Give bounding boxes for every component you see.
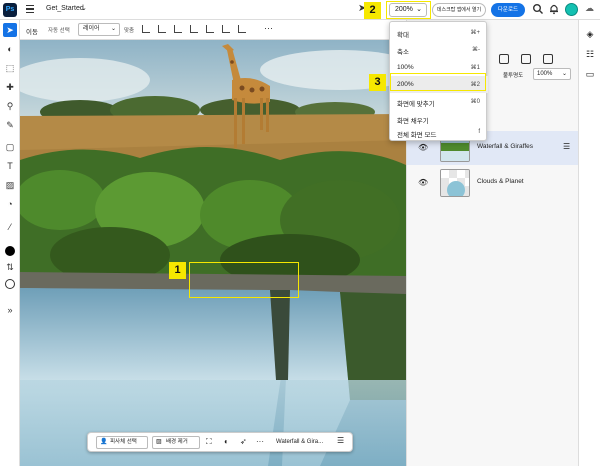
layer-properties-icon[interactable]: ☰ (563, 142, 570, 151)
person-icon: 👤 (100, 439, 108, 445)
align-buttons (142, 25, 252, 35)
move-tool-label: 이동 (26, 29, 38, 36)
visibility-eye-icon[interactable]: 👁 (418, 143, 428, 152)
layer-thumbnail (440, 169, 470, 197)
menu-item-label: 전체 화면 모드 (397, 132, 437, 139)
layer-name: Waterfall & Giraffes (477, 143, 533, 150)
clone-stamp-tool-icon[interactable]: ⚲ (3, 99, 17, 113)
quick-select-tool-icon[interactable]: ⬚ (3, 61, 17, 75)
layer-properties-icon[interactable]: ☰ (337, 436, 344, 445)
layer-name: Clouds & Planet (477, 178, 524, 185)
cloud-icon[interactable]: ☁ (585, 3, 594, 14)
crop-icon[interactable]: ⛶ (206, 437, 212, 447)
image-tool-icon[interactable]: ▨ (3, 178, 17, 192)
canvas-image (20, 40, 406, 466)
select-subject-label: 피사체 선택 (110, 439, 137, 445)
eyedropper-tool-icon[interactable]: ⁄ (3, 220, 17, 234)
options-bar: 이동 자동 선택 레이어 ⌄ 맞춤 ··· (20, 20, 406, 40)
menu-item-shortcut: ⌘- (472, 47, 480, 53)
menu-item-shortcut: ⌘1 (470, 65, 480, 71)
callout-highlight-3 (390, 73, 486, 91)
layer-action-icons (499, 54, 563, 66)
canvas[interactable] (20, 40, 406, 466)
menu-item-label: 화면에 맞추기 (397, 101, 435, 108)
comments-icon[interactable]: ▭ (584, 68, 596, 80)
auto-select-value: 레이어 (83, 26, 100, 32)
background-color-swatch[interactable] (5, 279, 15, 289)
selection-tool-icon[interactable]: ◐ (3, 42, 17, 56)
distribute-icon[interactable] (237, 25, 246, 33)
callout-badge-3: 3 (369, 74, 386, 91)
align-label: 맞춤 (124, 28, 135, 34)
remove-background-button[interactable]: ▨ 배경 제거 (152, 436, 200, 449)
tools-panel: ➤ ◐ ⬚ ✚ ⚲ ✎ ▢ T ▨ ◔ ⁄ ⇅ » (0, 20, 20, 466)
auto-select-label: 자동 선택 (48, 28, 70, 34)
swap-colors-icon[interactable]: ⇅ (3, 260, 17, 274)
align-bottom-icon[interactable] (221, 25, 230, 33)
contextual-task-bar: 👤 피사체 선택 ▨ 배경 제거 ⛶ ◐ ➶ ··· Waterfall & G… (87, 432, 353, 452)
gradient-tool-icon[interactable]: ◔ (3, 197, 17, 211)
menu-item-label: 100% (397, 64, 414, 71)
chevron-down-icon: ⌄ (110, 26, 116, 32)
trash-icon[interactable] (542, 54, 553, 64)
visibility-eye-icon[interactable]: 👁 (418, 178, 428, 187)
move-tool-icon[interactable]: ➤ (3, 23, 17, 37)
more-options-button[interactable]: ··· (264, 23, 273, 33)
align-right-icon[interactable] (173, 25, 182, 33)
current-layer-name: Waterfall & Gira... (276, 439, 324, 445)
avatar[interactable] (565, 3, 578, 16)
menu-item-shortcut: ⌘0 (470, 99, 480, 105)
auto-select-dropdown[interactable]: 레이어 ⌄ (78, 23, 120, 36)
chevron-down-icon[interactable]: ⌄ (81, 4, 87, 12)
opacity-value: 100% (537, 71, 553, 77)
bell-icon[interactable] (548, 3, 560, 15)
layer-row-clouds-planet[interactable]: 👁 Clouds & Planet (407, 166, 579, 200)
menu-item-label: 확대 (397, 32, 409, 39)
adjustments-icon[interactable]: ☷ (584, 48, 596, 60)
mask-icon[interactable] (499, 54, 509, 64)
brush-tool-icon[interactable]: ✎ (3, 118, 17, 132)
more-options-button[interactable]: ··· (256, 437, 264, 446)
opacity-dropdown[interactable]: 100% ⌄ (533, 68, 571, 80)
zoom-menu-item-zoom-out[interactable]: 축소 ⌘- (390, 41, 488, 58)
expand-tools-icon[interactable]: » (3, 303, 17, 317)
zoom-menu-item-zoom-in[interactable]: 확대 ⌘+ (390, 24, 488, 41)
callout-highlight-2 (386, 1, 431, 19)
callout-badge-2: 2 (364, 2, 381, 19)
chevron-down-icon: ⌄ (561, 71, 567, 77)
document-title[interactable]: Get_Started (46, 5, 84, 12)
open-in-desktop-button[interactable]: 데스크탑 앱에서 열기 (432, 3, 486, 17)
menu-item-shortcut: f (478, 129, 480, 135)
foreground-color-swatch[interactable] (5, 246, 15, 256)
align-left-icon[interactable] (142, 25, 150, 33)
select-subject-button[interactable]: 👤 피사체 선택 (96, 436, 148, 449)
callout-highlight-1 (189, 262, 299, 298)
spot-healing-tool-icon[interactable]: ✚ (3, 80, 17, 94)
photoshop-logo[interactable]: Ps (3, 3, 17, 17)
zoom-menu-item-full-screen[interactable]: 전체 화면 모드 f (390, 124, 488, 141)
menu-item-label: 축소 (397, 49, 409, 56)
search-icon[interactable] (532, 3, 544, 15)
right-panel-strip: ◈ ☷ ▭ (578, 20, 600, 466)
align-top-icon[interactable] (189, 25, 198, 33)
top-bar: Ps Get_Started ⌄ ➤ 200% ⌄ 데스크탑 앱에서 열기 다운… (0, 0, 600, 20)
contrast-icon[interactable]: ◐ (224, 437, 229, 446)
remove-background-label: 배경 제거 (166, 439, 188, 445)
align-center-icon[interactable] (157, 25, 166, 33)
download-button[interactable]: 다운로드 (491, 3, 525, 17)
callout-badge-1: 1 (169, 262, 186, 279)
layer-stack-icon[interactable] (520, 54, 531, 64)
menu-item-shortcut: ⌘+ (470, 30, 480, 36)
image-icon: ▨ (156, 439, 162, 445)
shape-tool-icon[interactable]: ▢ (3, 140, 17, 154)
align-middle-icon[interactable] (205, 25, 214, 33)
hamburger-menu-icon[interactable] (26, 5, 34, 14)
layers-panel-icon[interactable]: ◈ (584, 28, 596, 40)
opacity-label: 불투명도 (503, 73, 524, 79)
type-tool-icon[interactable]: T (3, 159, 17, 173)
zoom-menu-item-fit-screen[interactable]: 화면에 맞추기 ⌘0 (390, 93, 488, 110)
rocket-icon[interactable]: ➶ (240, 437, 247, 446)
